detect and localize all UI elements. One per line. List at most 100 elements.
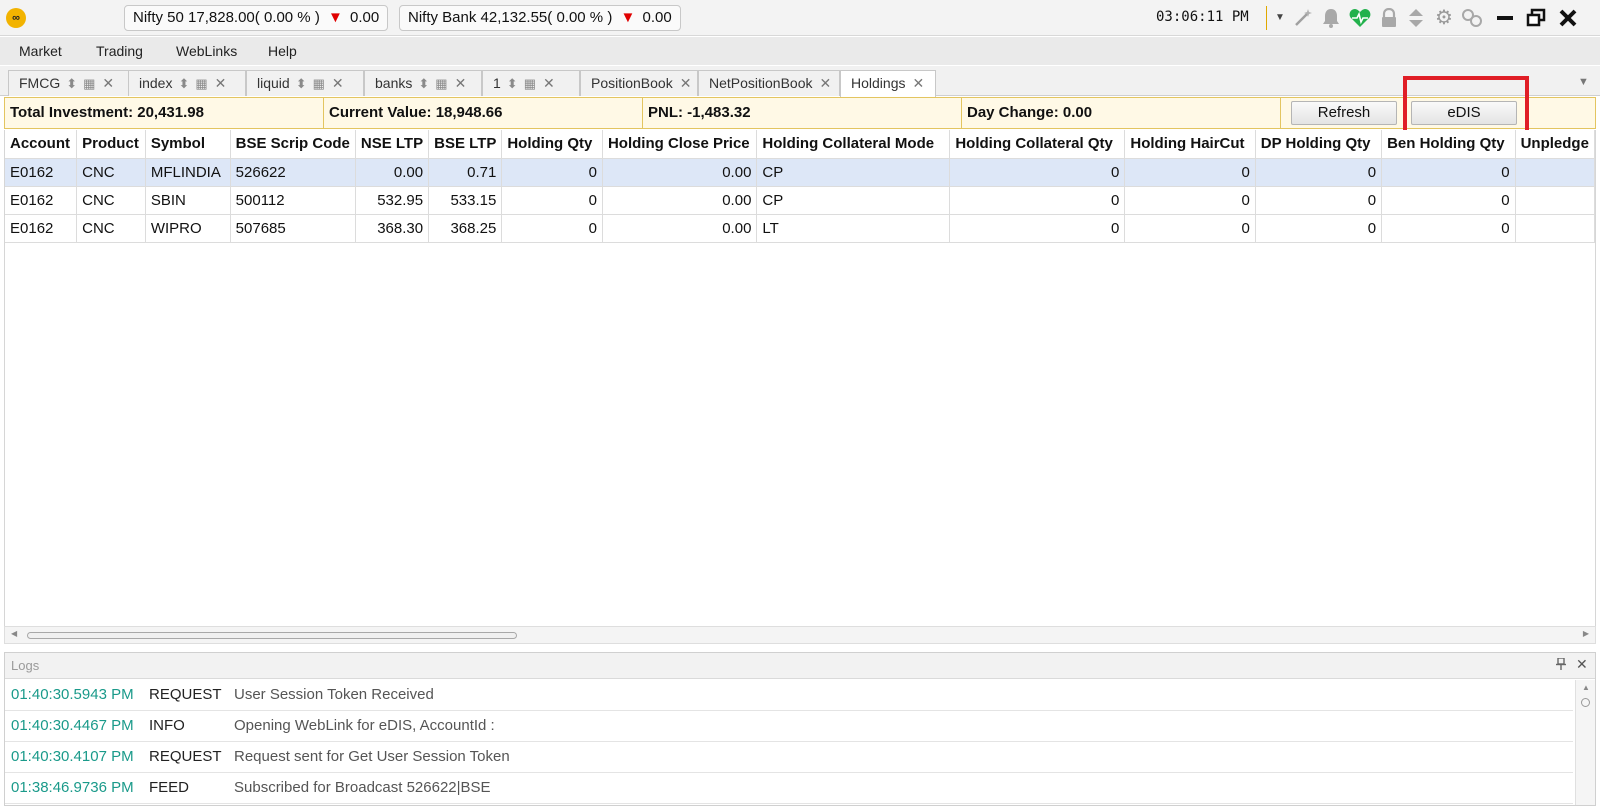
divider	[1266, 6, 1267, 30]
scrollbar-thumb[interactable]	[27, 632, 517, 639]
ticker-pct: 0.00 %	[556, 9, 604, 26]
col-header-holding-qty[interactable]: Holding Qty	[501, 130, 603, 159]
app-logo: ∞	[6, 8, 26, 28]
scroll-left-icon[interactable]: ◀	[11, 629, 17, 638]
ticker-close-paren: )	[607, 9, 613, 26]
tab-list-dropdown-icon[interactable]: ▼	[1578, 76, 1589, 88]
tab-close-icon[interactable]: ✕	[820, 75, 832, 91]
tab-banks[interactable]: banks ⬍ ▦ ✕	[364, 70, 482, 96]
scroll-up-icon[interactable]: ▲	[1582, 683, 1590, 692]
menu-weblinks[interactable]: WebLinks	[176, 43, 237, 59]
menu-trading[interactable]: Trading	[96, 43, 143, 59]
logs-vertical-scrollbar[interactable]: ▲	[1575, 680, 1595, 805]
heartbeat-icon[interactable]	[1348, 6, 1372, 30]
col-header-symbol[interactable]: Symbol	[145, 130, 231, 159]
tab-1[interactable]: 1 ⬍ ▦ ✕	[482, 70, 580, 96]
log-message: Subscribed for Broadcast 526622|BSE	[234, 779, 491, 796]
col-header-nse-ltp[interactable]: NSE LTP	[355, 130, 430, 159]
tab-close-icon[interactable]: ✕	[332, 75, 344, 91]
cell-symbol: MFLINDIA	[145, 158, 231, 187]
tab-label: NetPositionBook	[709, 75, 813, 91]
close-icon[interactable]	[1556, 6, 1580, 30]
col-header-product[interactable]: Product	[76, 130, 146, 159]
columns-icon[interactable]: ▦	[83, 76, 95, 91]
refresh-button[interactable]: Refresh	[1291, 101, 1397, 125]
col-header-holding-collateral-qty[interactable]: Holding Collateral Qty	[949, 130, 1126, 159]
nifty50-ticker[interactable]: Nifty 50 17,828.00( 0.00 % ) ▼ 0.00	[124, 5, 389, 31]
col-header-holding-haircut[interactable]: Holding HairCut	[1124, 130, 1256, 159]
sort-icon[interactable]: ⬍	[507, 76, 518, 91]
log-level: REQUEST	[149, 686, 222, 703]
tab-close-icon[interactable]: ✕	[543, 75, 555, 91]
sort-icon[interactable]	[1406, 6, 1426, 30]
logs-close-icon[interactable]: ✕	[1576, 656, 1588, 673]
col-header-dp-holding-qty[interactable]: DP Holding Qty	[1255, 130, 1383, 159]
minimize-icon[interactable]	[1494, 6, 1516, 30]
ticker-name: Nifty 50	[133, 9, 184, 26]
cell-holding-collateral-mode: CP	[756, 158, 951, 187]
tab-positionbook[interactable]: PositionBook ✕	[580, 70, 698, 96]
bell-icon[interactable]	[1320, 6, 1342, 30]
tab-close-icon[interactable]: ✕	[455, 75, 467, 91]
ticker-value: 17,828.00(	[188, 9, 260, 26]
ticker-pct: 0.00 %	[263, 9, 311, 26]
col-header-unpledge[interactable]: Unpledge	[1515, 130, 1595, 159]
cell-holding-close-price: 0.00	[602, 158, 758, 187]
columns-icon[interactable]: ▦	[195, 76, 207, 91]
cell-bse-scrip-code: 500112	[230, 186, 356, 215]
cell-bse-ltp: 368.25	[428, 214, 503, 243]
log-entry: 01:40:30.5943 PM REQUEST User Session To…	[5, 680, 1573, 711]
columns-icon[interactable]: ▦	[524, 76, 536, 91]
menu-help[interactable]: Help	[268, 43, 297, 59]
cell-dp-holding-qty: 0	[1255, 186, 1383, 215]
menu-market[interactable]: Market	[19, 43, 62, 59]
tab-netpositionbook[interactable]: NetPositionBook ✕	[698, 70, 840, 96]
table-row[interactable]: E0162 CNC WIPRO 507685 368.30 368.25 0 0…	[5, 214, 1595, 243]
cell-product: CNC	[76, 214, 146, 243]
magic-wand-icon[interactable]	[1292, 6, 1314, 30]
cell-bse-scrip-code: 507685	[230, 214, 356, 243]
horizontal-scrollbar[interactable]: ◀ ▶	[4, 626, 1596, 644]
sort-icon[interactable]: ⬍	[296, 76, 307, 91]
tab-close-icon[interactable]: ✕	[680, 75, 692, 91]
col-header-account[interactable]: Account	[5, 130, 78, 159]
sort-icon[interactable]: ⬍	[418, 76, 429, 91]
tab-liquid[interactable]: liquid ⬍ ▦ ✕	[246, 70, 364, 96]
scrollbar-thumb[interactable]	[1581, 698, 1590, 707]
pin-icon[interactable]	[1556, 657, 1566, 673]
tab-close-icon[interactable]: ✕	[102, 75, 114, 91]
cell-holding-close-price: 0.00	[602, 186, 758, 215]
table-row[interactable]: E0162 CNC SBIN 500112 532.95 533.15 0 0.…	[5, 186, 1595, 215]
tab-index[interactable]: index ⬍ ▦ ✕	[128, 70, 246, 96]
pnl: PNL: -1,483.32	[643, 98, 962, 128]
cell-nse-ltp: 0.00	[355, 158, 430, 187]
tab-close-icon[interactable]: ✕	[912, 75, 924, 91]
gear-icon[interactable]: ⚙	[1432, 6, 1456, 30]
tab-close-icon[interactable]: ✕	[215, 75, 227, 91]
tab-fmcg[interactable]: FMCG ⬍ ▦ ✕	[8, 70, 129, 96]
sort-icon[interactable]: ⬍	[178, 76, 189, 91]
cell-ben-holding-qty: 0	[1381, 158, 1516, 187]
lock-icon[interactable]	[1378, 6, 1400, 30]
table-row[interactable]: E0162 CNC MFLINDIA 526622 0.00 0.71 0 0.…	[5, 158, 1595, 187]
log-message: Request sent for Get User Session Token	[234, 748, 510, 765]
niftybank-ticker[interactable]: Nifty Bank 42,132.55( 0.00 % ) ▼ 0.00	[399, 5, 681, 31]
columns-icon[interactable]: ▦	[435, 76, 447, 91]
col-header-holding-collateral-mode[interactable]: Holding Collateral Mode	[756, 130, 951, 159]
cell-account: E0162	[5, 186, 78, 215]
dropdown-icon[interactable]: ▼	[1273, 6, 1287, 30]
tab-label: FMCG	[19, 75, 61, 91]
ticker-change: 0.00	[350, 9, 380, 26]
col-header-ben-holding-qty[interactable]: Ben Holding Qty	[1381, 130, 1516, 159]
cell-holding-collateral-qty: 0	[949, 186, 1126, 215]
col-header-bse-scrip-code[interactable]: BSE Scrip Code	[230, 130, 356, 159]
link-icon[interactable]	[1460, 6, 1484, 30]
log-entry: 01:40:30.4107 PM REQUEST Request sent fo…	[5, 742, 1573, 773]
scroll-right-icon[interactable]: ▶	[1583, 629, 1589, 638]
col-header-holding-close-price[interactable]: Holding Close Price	[602, 130, 758, 159]
col-header-bse-ltp[interactable]: BSE LTP	[428, 130, 503, 159]
sort-icon[interactable]: ⬍	[66, 76, 77, 91]
restore-icon[interactable]	[1524, 6, 1548, 30]
tab-holdings[interactable]: Holdings ✕	[840, 70, 936, 97]
columns-icon[interactable]: ▦	[313, 76, 325, 91]
